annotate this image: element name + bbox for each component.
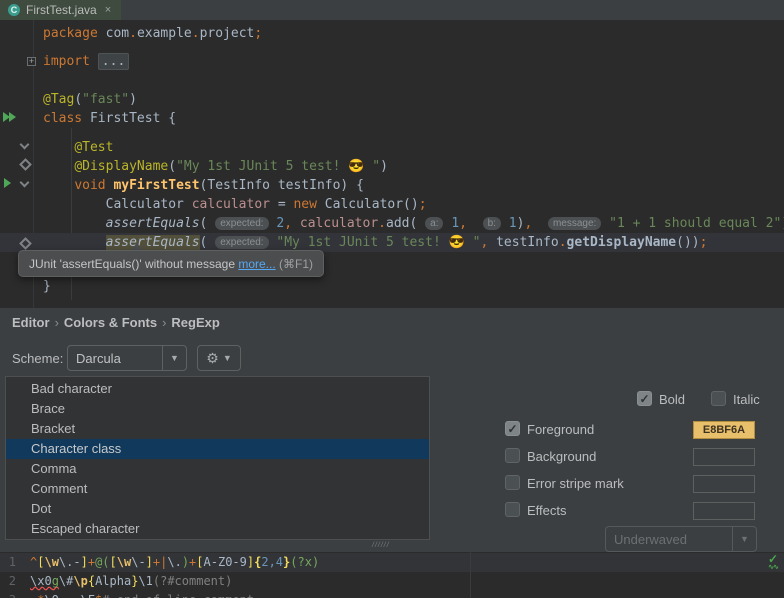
list-item[interactable]: Character class <box>6 439 429 459</box>
chevron-right-icon: › <box>157 315 171 330</box>
breadcrumb-regexp: RegExp <box>171 315 219 330</box>
color-swatch[interactable]: E8BF6A <box>693 421 755 439</box>
scheme-dropdown[interactable]: Darcula ▼ <box>67 345 187 371</box>
tab-close-icon[interactable]: × <box>105 4 111 16</box>
editor-tab-bar: C FirstTest.java × <box>0 0 784 20</box>
tab-firsttest-java[interactable]: C FirstTest.java × <box>0 0 121 20</box>
list-item[interactable]: Dot <box>6 499 429 519</box>
gear-icon: ⚙ <box>206 350 219 367</box>
color-swatch[interactable] <box>693 475 755 493</box>
fold-range-icon[interactable] <box>21 160 28 167</box>
effect-style-dropdown[interactable]: Underwaved ▼ <box>605 526 757 552</box>
tooltip-text: JUnit 'assertEquals()' without message <box>29 257 238 271</box>
breadcrumb: Editor›Colors & Fonts›RegExp <box>12 315 220 330</box>
inspection-tooltip: JUnit 'assertEquals()' without message m… <box>18 250 324 277</box>
preview-line[interactable]: 3.*\Q...\E$# end-of-line comment <box>0 591 784 598</box>
breadcrumb-colors-fonts[interactable]: Colors & Fonts <box>64 315 157 330</box>
inspections-ok-icon[interactable]: ✓ ∿∿ <box>768 554 778 573</box>
list-item[interactable]: Bad character <box>6 379 429 399</box>
error-stripe-mark-checkbox[interactable]: ✓ <box>505 475 520 490</box>
code-line[interactable]: Calculator calculator = new Calculator()… <box>43 195 427 214</box>
scheme-actions-button[interactable]: ⚙ ▼ <box>197 345 241 371</box>
background-checkbox[interactable]: ✓ <box>505 448 520 463</box>
attribute-label[interactable]: Error stripe mark <box>527 476 624 491</box>
line-number: 1 <box>0 553 16 572</box>
effects-checkbox[interactable]: ✓ <box>505 502 520 517</box>
attribute-label[interactable]: Foreground <box>527 422 594 437</box>
code-line[interactable]: import ... <box>43 52 129 71</box>
preview-line[interactable]: 1^[\w\.-]+@([\w\-]+|\.)+[A-Z0-9]{2,4}(?x… <box>0 553 784 572</box>
run-test-icon[interactable] <box>4 178 12 188</box>
chevron-down-icon: ▼ <box>732 527 756 551</box>
breadcrumb-editor[interactable]: Editor <box>12 315 50 330</box>
tab-title: FirstTest.java <box>26 3 97 17</box>
italic-checkbox[interactable]: ✓ <box>711 391 726 406</box>
list-item[interactable]: Brace <box>6 399 429 419</box>
code-line[interactable]: } <box>43 277 51 296</box>
code-line[interactable]: @Test <box>43 138 113 157</box>
line-number: 2 <box>0 572 16 591</box>
regexp-preview-pane[interactable]: 1^[\w\.-]+@([\w\-]+|\.)+[A-Z0-9]{2,4}(?x… <box>0 552 784 598</box>
code-line[interactable]: class FirstTest { <box>43 109 176 128</box>
bold-checkbox[interactable]: ✓ <box>637 391 652 406</box>
color-swatch[interactable] <box>693 502 755 520</box>
fold-range-icon[interactable] <box>21 239 28 246</box>
tooltip-shortcut: (⌘F1) <box>276 257 313 271</box>
fold-collapse-icon[interactable] <box>21 179 28 186</box>
list-item[interactable]: Bracket <box>6 419 429 439</box>
line-number: 3 <box>0 591 16 598</box>
chevron-down-icon[interactable]: ▼ <box>162 346 186 370</box>
attribute-label[interactable]: Effects <box>527 503 567 518</box>
color-swatch[interactable] <box>693 448 755 466</box>
attribute-list: Bad characterBraceBracketCharacter class… <box>5 376 430 540</box>
run-class-icon[interactable] <box>3 112 17 122</box>
code-line[interactable]: @Tag("fast") <box>43 90 137 109</box>
list-item[interactable]: Comma <box>6 459 429 479</box>
chevron-right-icon: › <box>50 315 64 330</box>
code-line[interactable]: assertEquals( expected: 2, calculator.ad… <box>43 214 784 233</box>
code-line[interactable]: @DisplayName("My 1st JUnit 5 test! 😎 ") <box>43 157 388 176</box>
italic-label[interactable]: Italic <box>733 392 760 407</box>
ide-window: C FirstTest.java × package com.example.p… <box>0 0 784 598</box>
preview-line[interactable]: 2\x0g\#\p{Alpha}\1(?#comment) <box>0 572 784 591</box>
splitter-handle[interactable]: ////// <box>372 542 390 549</box>
tooltip-more-link[interactable]: more... <box>238 257 275 271</box>
code-line[interactable]: void myFirstTest(TestInfo testInfo) { <box>43 176 364 195</box>
chevron-down-icon: ▼ <box>223 353 232 363</box>
list-item[interactable]: Escaped character <box>6 519 429 539</box>
fold-collapse-icon[interactable] <box>21 141 28 148</box>
foreground-checkbox[interactable]: ✓ <box>505 421 520 436</box>
bold-label[interactable]: Bold <box>659 392 685 407</box>
fold-expand-icon[interactable]: + <box>27 57 36 66</box>
list-item[interactable]: Comment <box>6 479 429 499</box>
attribute-label[interactable]: Background <box>527 449 596 464</box>
java-class-icon: C <box>8 4 20 16</box>
effect-style-value: Underwaved <box>606 532 732 547</box>
scheme-value: Darcula <box>68 351 162 366</box>
code-line[interactable]: package com.example.project; <box>43 24 262 43</box>
scheme-label: Scheme: <box>12 351 63 366</box>
settings-panel: Editor›Colors & Fonts›RegExp Scheme: Dar… <box>0 308 784 552</box>
